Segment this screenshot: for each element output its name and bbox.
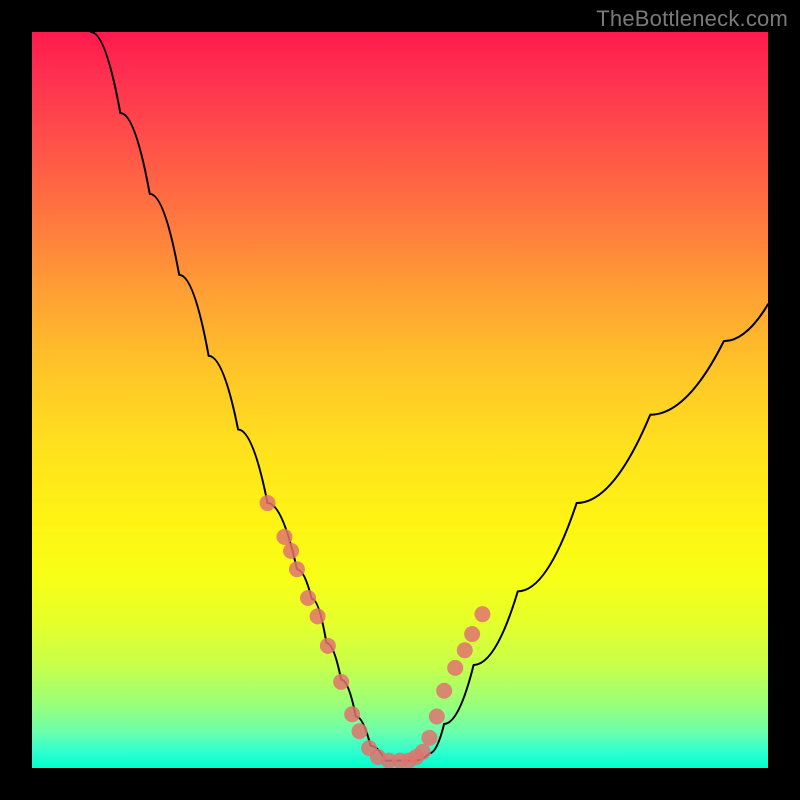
highlight-dot [310, 608, 326, 624]
chart-frame: TheBottleneck.com [0, 0, 800, 800]
highlight-dot [464, 626, 480, 642]
highlight-dot [260, 495, 276, 511]
plot-area [32, 32, 768, 768]
highlight-dot [283, 543, 299, 559]
highlight-dot [421, 730, 437, 746]
highlight-dot [289, 561, 305, 577]
highlight-dot [429, 708, 445, 724]
highlight-dot [436, 683, 452, 699]
highlight-dot [352, 723, 368, 739]
highlight-dot [474, 606, 490, 622]
highlight-dot [457, 642, 473, 658]
highlight-dot [333, 674, 349, 690]
highlight-dot [344, 706, 360, 722]
bottleneck-curve [91, 32, 768, 761]
highlight-dot [276, 529, 292, 545]
highlight-dot [415, 744, 431, 760]
highlight-dot [447, 660, 463, 676]
watermark-text: TheBottleneck.com [596, 6, 788, 32]
highlight-dots [260, 495, 491, 768]
highlight-dot [320, 638, 336, 654]
curve-layer [32, 32, 768, 768]
highlight-dot [300, 590, 316, 606]
